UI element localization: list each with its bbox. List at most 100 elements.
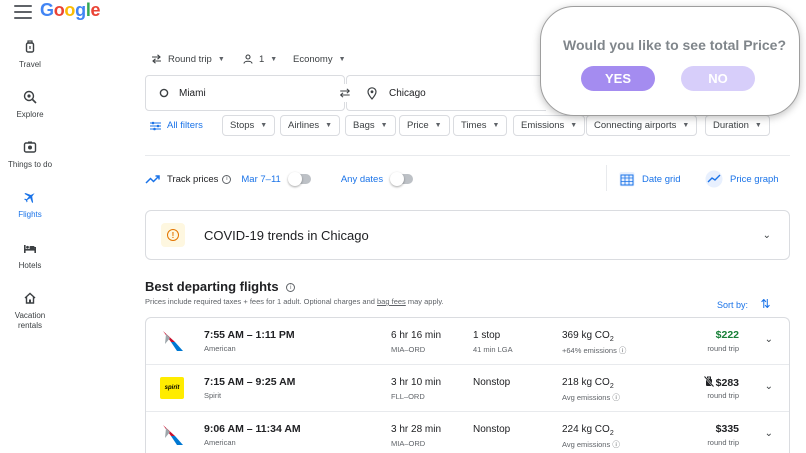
caret-down-icon: ▼ bbox=[682, 122, 690, 129]
nav-travel[interactable]: Travel bbox=[0, 40, 60, 69]
flight-list: 7:55 AM – 1:11 PM American 6 hr 16 min M… bbox=[145, 317, 790, 453]
total-price-popup: Would you like to see total Price? YES N… bbox=[540, 6, 800, 116]
flight-stops: Nonstop bbox=[473, 424, 511, 435]
all-filters-button[interactable]: All filters bbox=[150, 115, 203, 136]
no-carry-on-bag-icon bbox=[703, 375, 714, 388]
passengers-label: 1 bbox=[259, 53, 265, 65]
no-button[interactable]: NO bbox=[681, 66, 755, 91]
location-pin-icon bbox=[367, 86, 377, 100]
caret-down-icon: ▼ bbox=[325, 122, 333, 129]
person-icon bbox=[243, 54, 253, 64]
filter-connecting-airports[interactable]: Connecting airports ▼ bbox=[586, 115, 698, 136]
passengers-select[interactable]: 1 ▼ bbox=[243, 51, 277, 67]
chip-label: Duration bbox=[713, 120, 749, 131]
chevron-down-icon[interactable]: ⌄ bbox=[765, 428, 773, 439]
airline-name: American bbox=[204, 344, 236, 353]
flight-row[interactable]: 7:55 AM – 1:11 PM American 6 hr 16 min M… bbox=[146, 318, 789, 365]
chevron-down-icon[interactable]: ⌄ bbox=[765, 334, 773, 345]
trip-type-select[interactable]: Round trip ▼ bbox=[151, 51, 225, 67]
home-icon bbox=[24, 292, 36, 304]
info-icon[interactable]: i bbox=[286, 283, 296, 293]
flight-route: MIA–ORD bbox=[391, 439, 426, 448]
filter-emissions[interactable]: Emissions ▼ bbox=[513, 115, 586, 136]
price-graph-icon bbox=[705, 170, 723, 188]
chip-label: Price bbox=[407, 120, 429, 131]
chevron-down-icon[interactable]: ⌄ bbox=[763, 230, 771, 241]
destination-field[interactable]: Chicago bbox=[346, 75, 546, 111]
travel-icon bbox=[25, 40, 35, 53]
swap-cities-icon[interactable]: ⇄ bbox=[334, 84, 356, 102]
caret-down-icon: ▼ bbox=[570, 122, 578, 129]
nav-flights[interactable]: Flights bbox=[0, 190, 60, 219]
date-grid-button[interactable]: Date grid bbox=[619, 170, 681, 188]
nav-explore[interactable]: Explore bbox=[0, 90, 60, 119]
info-icon[interactable]: ⓘ bbox=[619, 346, 627, 355]
info-icon[interactable]: ⓘ bbox=[612, 440, 620, 449]
airline-name: American bbox=[204, 438, 236, 447]
caret-down-icon: ▼ bbox=[270, 55, 278, 63]
chip-label: Bags bbox=[353, 120, 375, 131]
origin-field[interactable]: Miami bbox=[145, 75, 345, 111]
main-menu-icon[interactable] bbox=[14, 5, 32, 19]
info-icon[interactable]: ⓘ bbox=[612, 393, 620, 402]
co2-value: 218 kg CO2 bbox=[562, 377, 614, 390]
nav-label: Hotels bbox=[18, 261, 42, 270]
flight-route: FLL–ORD bbox=[391, 392, 425, 401]
emissions-text: +64% emissions bbox=[562, 346, 617, 355]
track-prices-label: Track prices bbox=[167, 173, 219, 185]
filter-airlines[interactable]: Airlines ▼ bbox=[280, 115, 341, 136]
results-subtitle: Prices include required taxes + fees for… bbox=[145, 297, 444, 306]
price-type: round trip bbox=[707, 391, 739, 400]
flight-stops: Nonstop bbox=[473, 377, 511, 388]
all-filters-label: All filters bbox=[167, 120, 203, 131]
layover-info: 41 min LGA bbox=[473, 345, 513, 354]
filter-price[interactable]: Price ▼ bbox=[399, 115, 450, 136]
any-dates-toggle[interactable] bbox=[390, 172, 414, 186]
flight-stops: 1 stop bbox=[473, 330, 501, 341]
chevron-down-icon[interactable]: ⌄ bbox=[765, 381, 773, 392]
filter-duration[interactable]: Duration ▼ bbox=[705, 115, 770, 136]
co2-text: 224 kg CO bbox=[562, 424, 610, 435]
things-icon bbox=[23, 141, 37, 153]
airline-name: Spirit bbox=[204, 391, 222, 400]
date-grid-label: Date grid bbox=[642, 173, 681, 185]
google-logo[interactable]: Google bbox=[40, 0, 101, 21]
nav-label: Things to do bbox=[7, 160, 53, 169]
nav-things-to-do[interactable]: Things to do bbox=[0, 140, 60, 169]
trending-icon bbox=[145, 175, 160, 184]
caret-down-icon: ▼ bbox=[434, 122, 442, 129]
covid-trends-card[interactable]: ! COVID-19 trends in Chicago ⌄ bbox=[145, 210, 790, 260]
filter-bags[interactable]: Bags ▼ bbox=[345, 115, 396, 136]
sort-by-button[interactable]: Sort by: ⇅ bbox=[717, 297, 771, 311]
info-icon[interactable]: i bbox=[222, 174, 232, 184]
flight-row[interactable]: 9:06 AM – 11:34 AM American 3 hr 28 min … bbox=[146, 412, 789, 453]
track-prices-toggle[interactable] bbox=[287, 172, 311, 186]
origin-value: Miami bbox=[179, 87, 206, 99]
co2-text: 218 kg CO bbox=[562, 377, 610, 388]
american-airlines-logo bbox=[163, 331, 183, 351]
price-graph-button[interactable]: Price graph bbox=[705, 170, 779, 188]
cabin-select[interactable]: Economy ▼ bbox=[293, 51, 346, 67]
flight-duration: 3 hr 10 min bbox=[391, 377, 442, 388]
nav-vacation-rentals[interactable]: Vacation rentals bbox=[0, 291, 60, 331]
covid-text: COVID-19 trends in Chicago bbox=[204, 227, 369, 243]
flight-duration: 3 hr 28 min bbox=[391, 424, 442, 435]
trip-type-label: Round trip bbox=[168, 53, 212, 65]
chip-label: Times bbox=[461, 120, 487, 131]
filter-stops[interactable]: Stops ▼ bbox=[222, 115, 276, 136]
explore-icon bbox=[23, 90, 37, 104]
caret-down-icon: ▼ bbox=[260, 122, 268, 129]
filter-times[interactable]: Times ▼ bbox=[453, 115, 508, 136]
emissions-text: Avg emissions bbox=[562, 393, 611, 402]
info-badge-icon: ! bbox=[161, 223, 185, 247]
yes-button[interactable]: YES bbox=[581, 66, 655, 91]
emissions-info: Avg emissions ⓘ bbox=[562, 392, 620, 403]
tune-icon bbox=[150, 121, 161, 130]
calendar-grid-icon bbox=[619, 172, 635, 187]
nav-hotels[interactable]: Hotels bbox=[0, 241, 60, 270]
bag-fees-link[interactable]: bag fees bbox=[377, 297, 406, 306]
co2-text: 369 kg CO bbox=[562, 330, 610, 341]
emissions-text: Avg emissions bbox=[562, 440, 611, 449]
nav-label: Travel bbox=[19, 60, 41, 69]
flight-row[interactable]: spirit 7:15 AM – 9:25 AM Spirit 3 hr 10 … bbox=[146, 365, 789, 412]
